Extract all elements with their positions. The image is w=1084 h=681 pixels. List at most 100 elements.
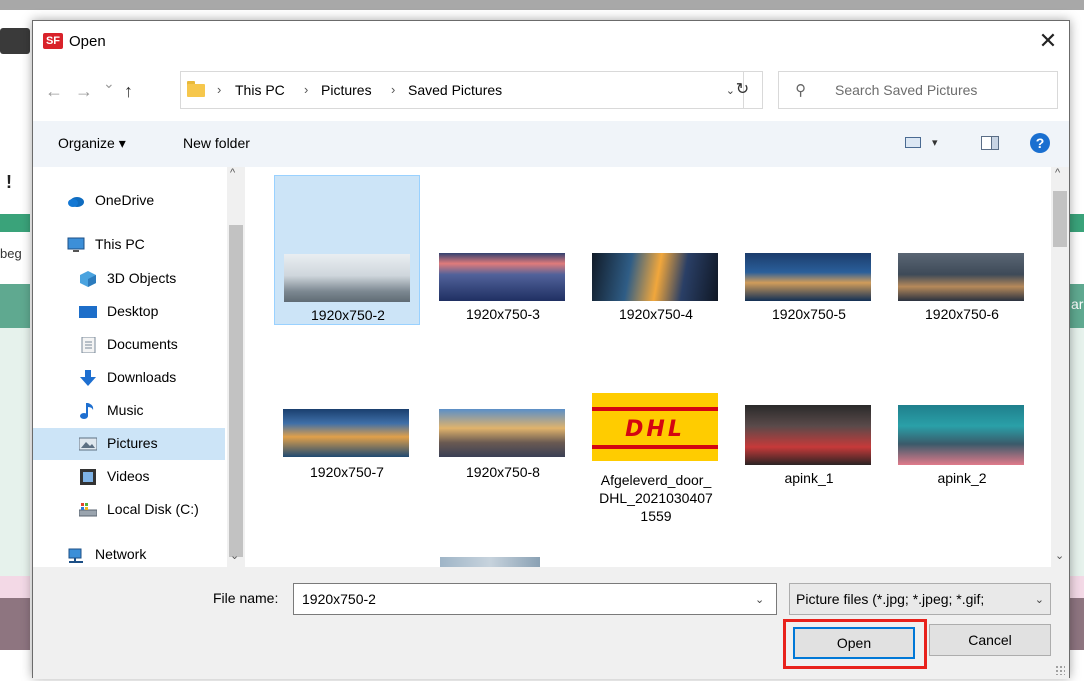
breadcrumb-separator[interactable]: › (304, 82, 308, 97)
file-name-input[interactable] (293, 583, 777, 615)
sidebar-item-videos[interactable]: Videos (33, 461, 225, 493)
help-icon[interactable]: ? (1030, 133, 1050, 153)
scroll-up-icon[interactable]: ^ (1055, 167, 1060, 179)
scrollbar-thumb[interactable] (229, 225, 243, 557)
file-type-filter-select[interactable]: Picture files (*.jpg; *.jpeg; *.gif; ⌄ (789, 583, 1051, 615)
file-tile[interactable]: 1920x750-4 (583, 175, 729, 325)
organize-button[interactable]: Organize ▾ (58, 135, 126, 152)
network-icon (68, 548, 83, 563)
breadcrumb-saved-pictures[interactable]: Saved Pictures (408, 82, 502, 98)
music-note-icon (80, 403, 94, 419)
image-thumbnail (745, 405, 871, 465)
breadcrumb-separator[interactable]: › (391, 82, 395, 97)
open-button[interactable]: Open (793, 627, 915, 659)
breadcrumb-this-pc[interactable]: This PC (235, 82, 285, 98)
file-name-label: 1920x750-6 (925, 306, 999, 322)
file-name-line: DHL_2021030407 (599, 490, 713, 506)
background-mauve-band-right (1070, 598, 1084, 650)
file-view-scrollbar[interactable]: ^ ⌄ (1051, 167, 1069, 567)
new-folder-button[interactable]: New folder (183, 135, 250, 151)
breadcrumb-separator: › (217, 82, 222, 97)
sidebar-item-label: OneDrive (95, 192, 155, 208)
app-logo-icon: SF (43, 33, 63, 49)
sidebar-item-documents[interactable]: Documents (33, 329, 225, 361)
sidebar-item-label: Network (95, 546, 147, 562)
sidebar-item-label: Local Disk (C:) (107, 501, 199, 517)
background-teal-band (0, 284, 30, 328)
filter-dropdown-chevron-icon: ⌄ (1034, 594, 1044, 606)
pictures-icon (79, 437, 97, 451)
sidebar-item-pictures[interactable]: Pictures (33, 428, 225, 460)
file-tile[interactable]: 1920x750-8 (430, 393, 576, 543)
sidebar-item-3d-objects[interactable]: 3D Objects (33, 263, 225, 295)
film-icon (80, 469, 96, 485)
image-thumbnail (283, 409, 409, 457)
sidebar-item-onedrive[interactable]: OneDrive (33, 185, 225, 217)
file-tile[interactable]: apink_2 (889, 393, 1035, 543)
search-placeholder: Search Saved Pictures (835, 82, 978, 98)
forward-arrow-icon[interactable]: → (75, 81, 93, 102)
image-thumbnail (439, 253, 565, 301)
file-name-label: 1920x750-5 (772, 306, 846, 322)
file-name-label: 1920x750-3 (466, 306, 540, 322)
sidebar-item-label: 3D Objects (107, 270, 177, 286)
navigation-bar: ← → ⌄ ↑ › This PC › Pictures › Saved Pic… (33, 63, 1069, 119)
image-thumbnail: DHL (592, 393, 718, 461)
background-mauve-band (0, 598, 30, 650)
command-toolbar: Organize ▾ New folder ▾ ? (33, 121, 1069, 167)
file-tile[interactable]: 1920x750-2 (274, 175, 420, 325)
sidebar-item-downloads[interactable]: Downloads (33, 362, 225, 394)
scroll-down-icon[interactable]: ⌄ (230, 549, 239, 562)
file-tile[interactable] (430, 551, 576, 567)
file-tile[interactable]: 1920x750-6 (889, 175, 1035, 325)
file-name-label: 1920x750-7 (310, 464, 384, 480)
file-name-dropdown-chevron-icon[interactable]: ⌄ (755, 593, 764, 606)
up-arrow-icon[interactable]: ↑ (124, 81, 133, 102)
sidebar-item-local-disk[interactable]: Local Disk (C:) (33, 494, 225, 526)
file-tile[interactable]: 1920x750-3 (430, 175, 576, 325)
file-tile[interactable]: apink_1 (736, 393, 882, 543)
sidebar-item-label: Desktop (107, 303, 159, 319)
sidebar-item-music[interactable]: Music (33, 395, 225, 427)
folder-icon (187, 81, 205, 97)
sidebar-item-label: Pictures (107, 435, 158, 451)
dhl-logo-text: DHL (625, 417, 685, 442)
file-tile[interactable]: 1920x750-7 (274, 393, 420, 543)
scrollbar-thumb[interactable] (1053, 191, 1067, 247)
sidebar-item-network[interactable]: Network (33, 539, 225, 567)
address-bar[interactable]: › This PC › Pictures › Saved Pictures ⌄ (180, 71, 744, 109)
navigation-pane-scrollbar[interactable]: ^ ⌄ (227, 167, 245, 567)
background-green-band (0, 214, 30, 232)
recent-locations-chevron-icon[interactable]: ⌄ (103, 75, 115, 92)
sidebar-item-this-pc[interactable]: This PC (33, 229, 225, 261)
cancel-button[interactable]: Cancel (929, 624, 1051, 656)
preview-pane-icon[interactable] (981, 136, 999, 150)
breadcrumb-pictures[interactable]: Pictures (321, 82, 372, 98)
view-options-chevron-icon[interactable]: ▾ (932, 136, 938, 149)
background-green-band-right (1070, 214, 1084, 232)
close-button[interactable]: ✕ (1033, 27, 1063, 57)
dialog-titlebar[interactable]: SF Open ✕ (33, 21, 1069, 63)
change-view-icon[interactable] (905, 137, 921, 148)
search-icon: ⚲ (795, 82, 806, 99)
background-mint-panel-right (1070, 328, 1084, 576)
sidebar-item-label: This PC (95, 236, 145, 252)
file-name-label: File name: (213, 590, 279, 606)
background-pink-band-right (1070, 576, 1084, 598)
scroll-up-icon[interactable]: ^ (230, 167, 235, 179)
search-input[interactable]: ⚲ Search Saved Pictures (778, 71, 1058, 109)
sidebar-item-label: Downloads (107, 369, 177, 385)
background-teal-band-right: ar (1070, 284, 1084, 328)
scroll-down-icon[interactable]: ⌄ (1055, 549, 1064, 562)
sidebar-item-desktop[interactable]: Desktop (33, 296, 225, 328)
image-thumbnail (284, 254, 410, 302)
file-name-label: 1920x750-2 (311, 307, 385, 323)
file-tile[interactable]: DHL Afgeleverd_door_ DHL_2021030407 1559 (583, 393, 729, 543)
file-name-label: 1920x750-8 (466, 464, 540, 480)
document-icon (81, 337, 96, 353)
resize-grip-icon[interactable] (1055, 665, 1065, 675)
file-tile[interactable]: 1920x750-5 (736, 175, 882, 325)
back-arrow-icon[interactable]: ← (45, 81, 63, 102)
refresh-button[interactable]: ↻ (723, 71, 763, 109)
background-truck-icon (0, 28, 30, 54)
